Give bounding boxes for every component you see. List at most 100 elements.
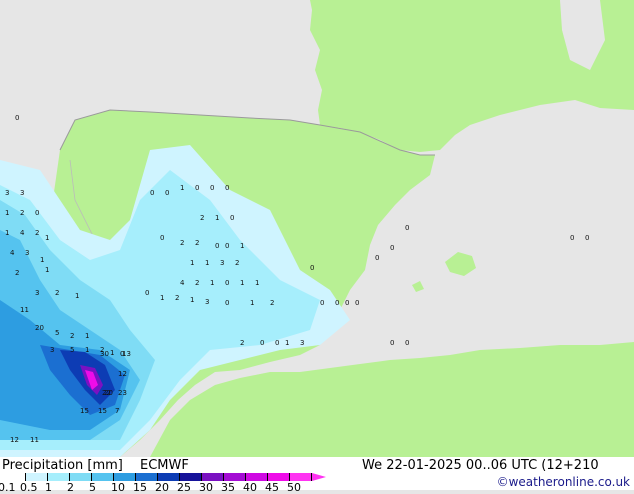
rain-value-label: 0 [210,184,214,192]
rain-value-label: 1 [190,296,194,304]
scale-swatch [224,473,246,481]
rain-value-label: 2 [240,339,244,347]
scale-tick-label: 25 [177,481,191,494]
rain-value-label: 1 [5,209,9,217]
rain-value-label: 0 [375,254,379,262]
rain-value-label: 0 [150,189,154,197]
rain-value-label: 0 [570,234,574,242]
rain-value-label: 1 [75,292,79,300]
rain-value-label: 2 [70,332,74,340]
rain-value-label: 0 [585,234,589,242]
rain-value-label: 3 [25,249,29,257]
rain-value-label: 30 [100,350,109,358]
rain-value-label: 2 [195,279,199,287]
rain-value-label: 4 [180,279,185,287]
model-name: ECMWF [140,458,189,473]
scale-swatch [114,473,136,481]
rain-value-label: 2 [20,209,24,217]
rain-value-label: 0 [215,242,219,250]
rain-value-label: 1 [190,259,194,267]
scale-tick-label: 30 [199,481,213,494]
scale-tick-label: 10 [111,481,125,494]
rain-value-label: 15 [98,407,107,415]
rain-value-label: 1 [240,279,244,287]
scale-tick-label: 45 [265,481,279,494]
rain-value-label: 23 [118,389,127,397]
rain-value-label: 2 [180,239,184,247]
rain-value-label: 2 [200,214,204,222]
rain-value-label: 0 [225,242,229,250]
scale-tick-label: 0.5 [20,481,38,494]
rain-value-label: 1 [45,234,49,242]
rain-value-label: 3 [50,346,54,354]
rain-value-label: 0 [165,189,169,197]
rain-value-label: 1 [210,279,214,287]
precipitation-map[interactable]: 0 3 3 1 2 0 1 4 2 1 4 3 1 1 2 3 2 1 11 20 5 2 1 3 5 1 2 1 0 13 30 12 23 2… [0,0,634,457]
rain-value-label: 1 [215,214,219,222]
rain-value-label: 20 [35,324,44,332]
rain-value-label: 1 [85,346,89,354]
rain-value-label: 2 [270,299,274,307]
rain-value-label: 12 [118,370,127,378]
rain-value-label: 1 [285,339,289,347]
rain-value-label: 0 [355,299,359,307]
rain-value-label: 1 [40,256,44,264]
scale-tick-label: 40 [243,481,257,494]
scale-swatch [4,473,26,481]
rain-value-label: 0 [145,289,149,297]
rain-value-label: 1 [250,299,254,307]
rain-value-label: 0 [260,339,264,347]
scale-tick-label: 1 [45,481,52,494]
rain-value-label: 0 [225,184,229,192]
rain-value-label: 2 [235,259,239,267]
scale-tick-label: 5 [89,481,96,494]
rain-value-label: 0 [15,114,19,122]
scale-swatch [70,473,92,481]
scale-swatch [92,473,114,481]
rain-value-label: 1 [255,279,259,287]
rain-value-label: 1 [180,184,184,192]
rain-value-label: 0 [335,299,339,307]
rain-value-label: 0 [35,209,39,217]
rain-value-label: 1 [5,229,9,237]
rain-value-label: 4 [10,249,15,257]
rain-value-label: 0 [405,339,409,347]
rain-value-label: 1 [45,266,49,274]
scale-tick-label: 35 [221,481,235,494]
rain-value-label: 3 [20,189,24,197]
rain-value-label: 3 [5,189,9,197]
rain-value-label: 1 [205,259,209,267]
scale-arrow-icon [312,473,326,481]
scale-tick-label: 50 [287,481,301,494]
scale-tick-label: 20 [155,481,169,494]
scale-swatch [136,473,158,481]
credit-link[interactable]: ©weatheronline.co.uk [497,475,630,489]
rain-value-label: 2 [175,294,179,302]
scale-swatch [48,473,70,481]
rain-value-label: 2 [55,289,59,297]
scale-swatch [26,473,48,481]
rain-value-label: 0 [310,264,314,272]
rain-value-label: 0 [345,299,349,307]
rain-value-label: 3 [300,339,304,347]
rain-value-label: 2 [15,269,19,277]
product-title: Precipitation [mm] [2,458,123,473]
rain-value-label: 0 [275,339,279,347]
scale-swatch [290,473,312,481]
rain-value-label: 0 [225,299,229,307]
rain-value-label: 5 [70,346,74,354]
rain-value-label: 0 [195,184,199,192]
rain-value-label: 2 [35,229,39,237]
rain-value-label: 13 [122,350,131,358]
rain-value-label: 0 [405,224,409,232]
rain-value-label: 0 [225,279,229,287]
scale-tick-label: 15 [133,481,147,494]
rain-value-label: 11 [20,306,29,314]
rain-value-label: 5 [55,329,59,337]
rain-value-label: 7 [115,407,119,415]
rain-value-label: 1 [110,349,114,357]
rain-value-label: 0 [160,234,164,242]
scale-swatch [246,473,268,481]
scale-swatch [202,473,224,481]
map-canvas: 03 31 2 01 4 214 31123 2 111205 2 13 5 1 2 1 0133012232… [0,0,634,457]
